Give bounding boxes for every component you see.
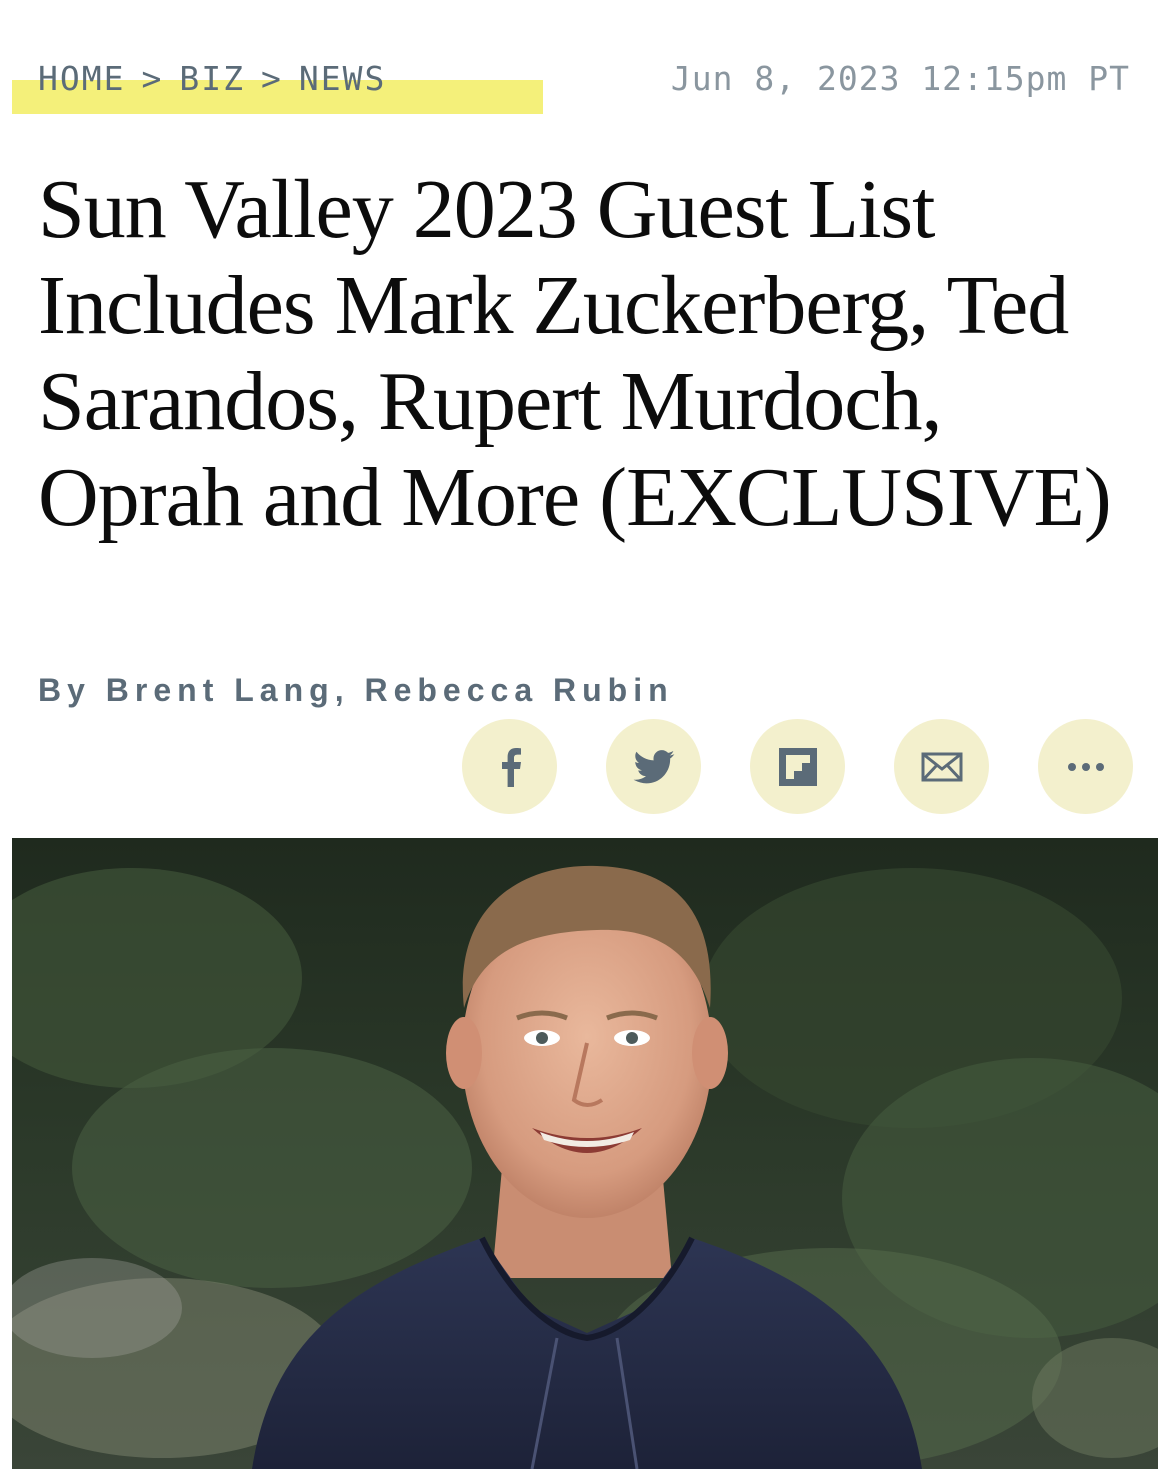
share-more-button[interactable]: [1038, 719, 1133, 814]
facebook-icon: [501, 747, 521, 787]
publish-timestamp: Jun 8, 2023 12:15pm PT: [670, 58, 1130, 98]
article-page: HOME > BIZ > NEWS Jun 8, 2023 12:15pm PT…: [0, 0, 1166, 1469]
share-buttons: [462, 719, 1133, 814]
breadcrumb-separator: >: [260, 58, 283, 98]
hero-photo-illustration: [12, 838, 1158, 1469]
share-twitter-button[interactable]: [606, 719, 701, 814]
share-email-button[interactable]: [894, 719, 989, 814]
breadcrumb-separator: >: [141, 58, 164, 98]
breadcrumb-biz-link[interactable]: BIZ: [179, 59, 245, 98]
breadcrumb-home-link[interactable]: HOME: [38, 59, 125, 98]
share-flipboard-button[interactable]: [750, 719, 845, 814]
article-hero-photo: [12, 838, 1158, 1469]
breadcrumb: HOME > BIZ > NEWS: [38, 56, 386, 100]
breadcrumb-news-link[interactable]: NEWS: [299, 59, 386, 98]
email-icon: [921, 752, 962, 781]
article-headline: Sun Valley 2023 Guest List Includes Mark…: [38, 163, 1112, 544]
twitter-icon: [633, 749, 674, 783]
more-icon: [1067, 762, 1104, 771]
article-byline: By Brent Lang, Rebecca Rubin: [38, 672, 674, 708]
flipboard-icon: [778, 747, 817, 786]
share-facebook-button[interactable]: [462, 719, 557, 814]
